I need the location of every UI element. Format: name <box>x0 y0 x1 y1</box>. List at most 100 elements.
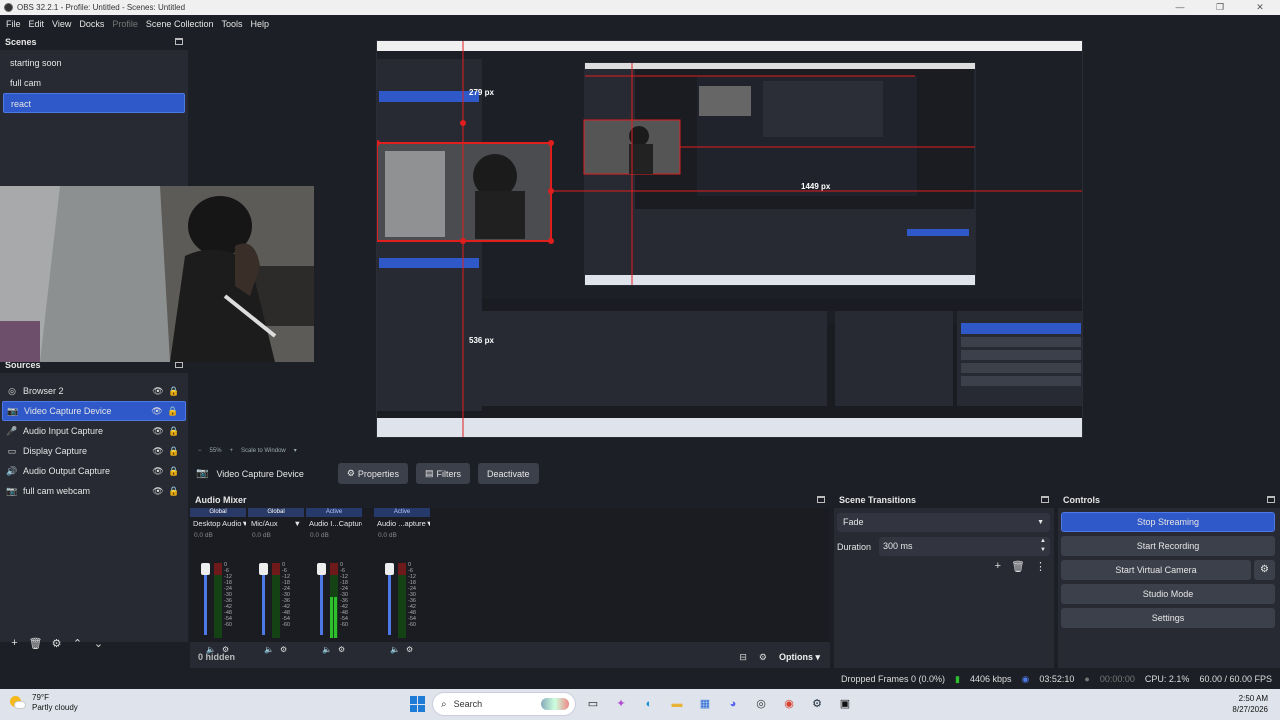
visibility-eye-icon[interactable]: 👁 <box>150 426 166 437</box>
obs-logo-icon <box>4 3 13 12</box>
menu-help[interactable]: Help <box>246 19 273 29</box>
scale-mode[interactable]: Scale to Window <box>241 448 286 454</box>
file-explorer-icon[interactable]: ▬ <box>666 693 688 715</box>
chevron-down-icon: ▼ <box>241 519 246 528</box>
visibility-eye-icon[interactable]: 👁 <box>150 486 166 497</box>
undock-icon[interactable] <box>175 38 183 45</box>
obs-icon[interactable]: ◎ <box>750 693 772 715</box>
undock-icon[interactable] <box>817 496 825 503</box>
chrome-icon[interactable]: ◉ <box>778 693 800 715</box>
channel-name-menu[interactable]: Mic/Aux ▼ <box>248 517 304 530</box>
volume-fader-track[interactable] <box>204 565 207 635</box>
transition-select[interactable]: Fade ▼ <box>837 513 1050 532</box>
virtual-camera-settings-icon[interactable]: ⚙ <box>1254 560 1275 580</box>
microsoft-store-icon[interactable]: ▦ <box>694 693 716 715</box>
zoom-out-icon[interactable]: − <box>198 448 202 454</box>
visibility-eye-icon[interactable]: 👁 <box>150 386 166 397</box>
volume-fader-handle[interactable] <box>317 563 326 575</box>
lock-icon[interactable]: 🔒 <box>165 406 181 417</box>
start-virtual-camera-button[interactable]: Start Virtual Camera <box>1061 560 1251 580</box>
maximize-button[interactable]: ❐ <box>1200 0 1240 15</box>
menu-file[interactable]: File <box>2 19 25 29</box>
source-item-video-capture-device[interactable]: 📷 Video Capture Device 👁 🔒 <box>2 401 186 421</box>
move-down-icon[interactable]: ⌄ <box>88 637 109 650</box>
trash-icon[interactable]: 🗑 <box>25 637 46 650</box>
weather-widget[interactable]: 79°F Partly cloudy <box>10 693 78 713</box>
stop-streaming-button[interactable]: Stop Streaming <box>1061 512 1275 532</box>
properties-button[interactable]: ⚙ Properties <box>337 463 408 484</box>
channel-name-menu[interactable]: Audio I...Capture▼ <box>306 517 362 530</box>
volume-fader-handle[interactable] <box>259 563 268 575</box>
channel-name: Desktop Audio <box>193 519 242 528</box>
menu-profile[interactable]: Profile <box>108 19 142 29</box>
duration-value: 300 ms <box>883 541 913 551</box>
channel-name-menu[interactable]: Desktop Audio ▼ <box>190 517 246 530</box>
studio-mode-button[interactable]: Studio Mode <box>1061 584 1275 604</box>
menu-view[interactable]: View <box>48 19 75 29</box>
visibility-eye-icon[interactable]: 👁 <box>150 446 166 457</box>
partly-cloudy-icon <box>10 696 26 710</box>
volume-fader-track[interactable] <box>320 565 323 635</box>
spinner-icon[interactable]: ▲ ▼ <box>1040 537 1046 555</box>
more-vertical-icon[interactable]: ⋮ <box>1035 560 1046 573</box>
source-item-display-capture[interactable]: ▭ Display Capture 👁 🔒 <box>2 441 186 461</box>
webcam-video-overlay[interactable] <box>0 186 314 362</box>
lock-icon[interactable]: 🔒 <box>166 466 182 477</box>
scene-item-full-cam[interactable]: full cam <box>3 73 185 93</box>
edge-browser-icon[interactable]: ◐ <box>638 693 660 715</box>
channel-name-menu[interactable]: Audio ...apture ▼ <box>374 517 430 530</box>
add-icon[interactable]: + <box>995 560 1001 573</box>
visibility-eye-icon[interactable]: 👁 <box>150 466 166 477</box>
volume-fader-track[interactable] <box>262 565 265 635</box>
lock-icon[interactable]: 🔒 <box>166 426 182 437</box>
discord-icon[interactable]: ◕ <box>722 693 744 715</box>
source-item-browser-2[interactable]: ◎ Browser 2 👁 🔒 <box>2 381 186 401</box>
zoom-in-icon[interactable]: + <box>230 448 234 454</box>
window-titlebar: OBS 32.2.1 - Profile: Untitled - Scenes:… <box>0 0 1280 15</box>
cpu-usage: CPU: 2.1% <box>1144 674 1190 684</box>
settings-button[interactable]: Settings <box>1061 608 1275 628</box>
duration-input[interactable]: 300 ms ▲ ▼ <box>879 537 1050 556</box>
filters-button[interactable]: ▤ Filters <box>415 463 470 484</box>
scene-item-react[interactable]: react <box>3 93 185 113</box>
undock-icon[interactable] <box>1041 496 1049 503</box>
volume-fader-track[interactable] <box>388 565 391 635</box>
volume-fader-handle[interactable] <box>201 563 210 575</box>
undock-icon[interactable] <box>175 361 183 368</box>
channel-name: Mic/Aux <box>251 519 278 528</box>
mixer-settings-icon[interactable]: ⚙ <box>759 652 767 663</box>
volume-fader-handle[interactable] <box>385 563 394 575</box>
mixer-options-button[interactable]: Options ▾ <box>779 652 820 663</box>
taskbar-search[interactable]: ⌕ Search <box>432 692 576 716</box>
source-item-audio-output-capture[interactable]: 🔊 Audio Output Capture 👁 🔒 <box>2 461 186 481</box>
lock-icon[interactable]: 🔒 <box>166 446 182 457</box>
menu-docks[interactable]: Docks <box>75 19 108 29</box>
move-up-icon[interactable]: ⌃ <box>67 637 88 650</box>
gear-icon[interactable]: ⚙ <box>46 637 67 650</box>
close-button[interactable]: ✕ <box>1240 0 1280 15</box>
undock-icon[interactable] <box>1267 496 1275 503</box>
menu-scene-collection[interactable]: Scene Collection <box>142 19 218 29</box>
menu-tools[interactable]: Tools <box>217 19 246 29</box>
add-icon[interactable]: + <box>4 637 25 649</box>
lock-icon[interactable]: 🔒 <box>166 486 182 497</box>
system-clock[interactable]: 2:50 AM 8/27/2026 <box>1232 693 1268 715</box>
source-item-full-cam-webcam[interactable]: 📷 full cam webcam 👁 🔒 <box>2 481 186 501</box>
steam-icon[interactable]: ⚙ <box>806 693 828 715</box>
chevron-down-icon[interactable]: ▾ <box>294 447 297 454</box>
vrchat-icon[interactable]: ▣ <box>834 693 856 715</box>
layout-icon[interactable]: ⊟ <box>739 652 747 663</box>
deactivate-button[interactable]: Deactivate <box>477 463 539 484</box>
windows-start-icon[interactable] <box>410 696 426 712</box>
trash-icon[interactable]: 🗑 <box>1011 560 1025 573</box>
menu-edit[interactable]: Edit <box>25 19 49 29</box>
source-item-audio-input-capture[interactable]: 🎤 Audio Input Capture 👁 🔒 <box>2 421 186 441</box>
task-view-icon[interactable]: ▭ <box>582 693 604 715</box>
minimize-button[interactable]: — <box>1160 0 1200 15</box>
start-recording-button[interactable]: Start Recording <box>1061 536 1275 556</box>
visibility-eye-icon[interactable]: 👁 <box>149 406 165 417</box>
scene-item-starting-soon[interactable]: starting soon <box>3 53 185 73</box>
copilot-icon[interactable]: ✦ <box>610 693 632 715</box>
preview-canvas[interactable]: 279 px 536 px 1449 px <box>376 40 1083 438</box>
lock-icon[interactable]: 🔒 <box>166 386 182 397</box>
